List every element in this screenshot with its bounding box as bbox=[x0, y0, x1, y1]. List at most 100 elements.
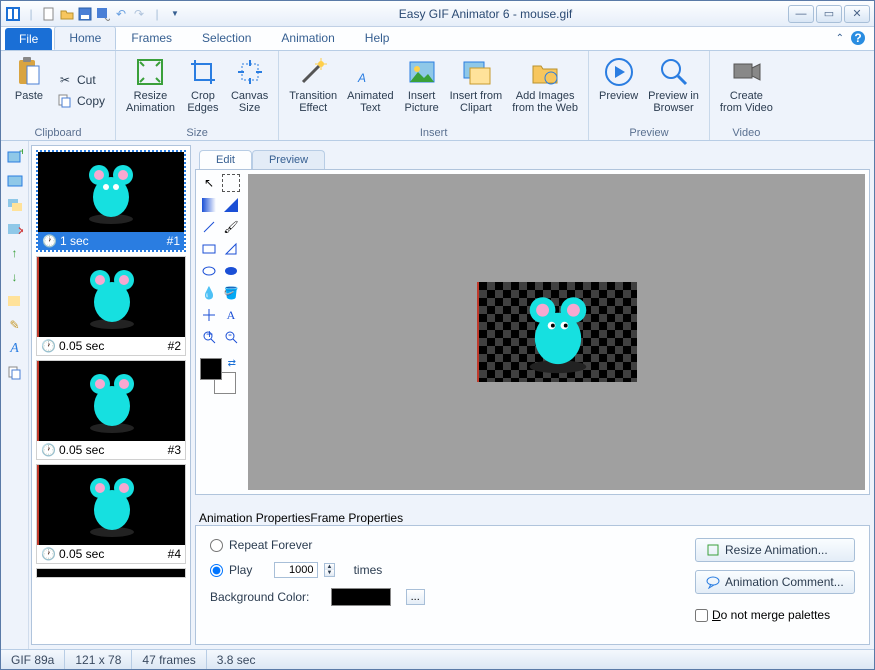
fg-color-swatch[interactable] bbox=[200, 358, 222, 380]
tool-brush-icon[interactable]: 🖌 bbox=[222, 218, 240, 236]
tool-text-a-icon[interactable]: A bbox=[5, 339, 25, 359]
undo-icon[interactable]: ↶ bbox=[113, 6, 129, 22]
save-dropdown-icon[interactable] bbox=[95, 6, 111, 22]
collapse-ribbon-icon[interactable]: ⌃ bbox=[836, 33, 844, 44]
resize-animation-props-button[interactable]: Resize Animation... bbox=[695, 538, 855, 562]
clock-icon: 🕐 bbox=[41, 547, 56, 561]
clipart-icon bbox=[460, 56, 492, 88]
tool-ellipse-icon[interactable] bbox=[200, 262, 218, 280]
repeat-forever-radio[interactable] bbox=[210, 539, 223, 552]
tool-down-arrow-icon[interactable]: ↓ bbox=[5, 267, 25, 287]
bg-color-swatch[interactable] bbox=[331, 588, 391, 606]
insert-picture-button[interactable]: Insert Picture bbox=[400, 54, 444, 126]
frame-item-5[interactable] bbox=[36, 568, 186, 578]
tool-gradient-rect-icon[interactable] bbox=[200, 196, 218, 214]
create-from-video-button[interactable]: Create from Video bbox=[716, 54, 777, 126]
tool-edit-icon[interactable] bbox=[5, 291, 25, 311]
frame-item-2[interactable]: 🕐0.05 sec#2 bbox=[36, 256, 186, 356]
cut-button[interactable]: ✂Cut bbox=[53, 70, 109, 90]
merge-palettes-option[interactable]: Do not merge palettes bbox=[695, 608, 830, 622]
animated-text-button[interactable]: A Animated Text bbox=[343, 54, 397, 126]
app-icon bbox=[5, 6, 21, 22]
insert-picture-label: Insert Picture bbox=[404, 90, 438, 114]
tab-edit[interactable]: Edit bbox=[199, 150, 252, 169]
preview-browser-button[interactable]: Preview in Browser bbox=[644, 54, 703, 126]
repeat-forever-option[interactable]: Repeat Forever bbox=[210, 538, 425, 552]
ribbon-group-preview: Preview Preview in Browser Preview bbox=[589, 51, 710, 140]
maximize-button[interactable]: ▭ bbox=[816, 5, 842, 23]
frame-item-1[interactable]: 🕐1 sec#1 bbox=[36, 150, 186, 252]
preview-button[interactable]: Preview bbox=[595, 54, 642, 126]
qat-dropdown-icon[interactable]: ▼ bbox=[167, 6, 183, 22]
help-icon[interactable]: ? bbox=[850, 30, 866, 46]
tool-frames-icon[interactable] bbox=[5, 195, 25, 215]
add-images-web-button[interactable]: Add Images from the Web bbox=[508, 54, 582, 126]
merge-palettes-checkbox[interactable] bbox=[695, 609, 708, 622]
tool-move-icon[interactable] bbox=[200, 306, 218, 324]
copy-icon bbox=[57, 93, 73, 109]
crop-edges-button[interactable]: Crop Edges bbox=[181, 54, 225, 126]
file-menu[interactable]: File bbox=[5, 28, 52, 50]
color-swatch[interactable]: ⇄ bbox=[200, 358, 236, 394]
tool-gradient-tri-icon[interactable] bbox=[222, 196, 240, 214]
tab-frame-properties[interactable]: Frame Properties bbox=[310, 511, 403, 525]
canvas-size-button[interactable]: Canvas Size bbox=[227, 54, 272, 126]
save-icon[interactable] bbox=[77, 6, 93, 22]
text-icon: A bbox=[354, 56, 386, 88]
play-radio[interactable] bbox=[210, 564, 223, 577]
frame-item-3[interactable]: 🕐0.05 sec#3 bbox=[36, 360, 186, 460]
tool-text-icon[interactable]: A bbox=[222, 306, 240, 324]
open-icon[interactable] bbox=[59, 6, 75, 22]
tool-zoom-out-icon[interactable]: - bbox=[222, 328, 240, 346]
play-times-option[interactable]: Play ▲▼ times bbox=[210, 562, 425, 578]
swap-colors-icon[interactable]: ⇄ bbox=[228, 358, 236, 369]
tab-frames[interactable]: Frames bbox=[116, 26, 187, 50]
tab-preview[interactable]: Preview bbox=[252, 150, 325, 169]
frame-item-4[interactable]: 🕐0.05 sec#4 bbox=[36, 464, 186, 564]
insert-clipart-button[interactable]: Insert from Clipart bbox=[446, 54, 507, 126]
tool-frame-icon[interactable] bbox=[5, 171, 25, 191]
qat-separator: | bbox=[23, 6, 39, 22]
tab-help[interactable]: Help bbox=[350, 26, 405, 50]
frames-panel[interactable]: 🕐1 sec#1 🕐0.05 sec#2 🕐0.05 sec#3 🕐0.05 s… bbox=[31, 145, 191, 645]
close-button[interactable]: ✕ bbox=[844, 5, 870, 23]
tool-fill-icon[interactable]: 🪣 bbox=[222, 284, 240, 302]
minimize-button[interactable]: — bbox=[788, 5, 814, 23]
canvas-image[interactable] bbox=[477, 282, 637, 382]
paste-button[interactable]: Paste bbox=[7, 54, 51, 126]
tool-rect-icon[interactable] bbox=[200, 240, 218, 258]
resize-animation-button[interactable]: Resize Animation bbox=[122, 54, 179, 126]
comment-btn-label: Animation Comment... bbox=[725, 575, 844, 589]
play-times-input[interactable] bbox=[274, 562, 318, 578]
tool-up-arrow-icon[interactable]: ↑ bbox=[5, 243, 25, 263]
tab-selection[interactable]: Selection bbox=[187, 26, 266, 50]
tool-pointer-icon[interactable]: ↖ bbox=[200, 174, 218, 192]
tool-marquee-icon[interactable] bbox=[222, 174, 240, 192]
tool-zoom-in-icon[interactable]: + bbox=[200, 328, 218, 346]
preview-browser-label: Preview in Browser bbox=[648, 90, 699, 114]
tool-eyedropper-icon[interactable]: 💧 bbox=[200, 284, 218, 302]
tab-animation-properties[interactable]: Animation Properties bbox=[199, 511, 310, 525]
frame-index: #2 bbox=[168, 339, 181, 353]
tool-wand-icon[interactable]: ✎ bbox=[5, 315, 25, 335]
animation-comment-button[interactable]: Animation Comment... bbox=[695, 570, 855, 594]
tool-rect-fill-icon[interactable] bbox=[222, 240, 240, 258]
copy-button[interactable]: Copy bbox=[53, 91, 109, 111]
status-frames: 47 frames bbox=[132, 650, 206, 669]
transition-effect-button[interactable]: Transition Effect bbox=[285, 54, 341, 126]
tool-line-icon[interactable] bbox=[200, 218, 218, 236]
tab-home[interactable]: Home bbox=[54, 26, 116, 50]
tool-delete-icon[interactable]: ✕ bbox=[5, 219, 25, 239]
play-times-spinner[interactable]: ▲▼ bbox=[324, 563, 336, 577]
frame-thumb-1 bbox=[38, 152, 184, 232]
tab-animation[interactable]: Animation bbox=[266, 26, 349, 50]
redo-icon[interactable]: ↷ bbox=[131, 6, 147, 22]
new-icon[interactable] bbox=[41, 6, 57, 22]
crop-icon bbox=[187, 56, 219, 88]
bg-color-picker-button[interactable]: ... bbox=[406, 589, 425, 605]
tool-frame-add-icon[interactable]: + bbox=[5, 147, 25, 167]
tool-copy-icon[interactable] bbox=[5, 363, 25, 383]
ribbon-tabs: File Home Frames Selection Animation Hel… bbox=[1, 27, 874, 51]
tool-ellipse-fill-icon[interactable] bbox=[222, 262, 240, 280]
canvas-viewport[interactable] bbox=[248, 174, 865, 490]
